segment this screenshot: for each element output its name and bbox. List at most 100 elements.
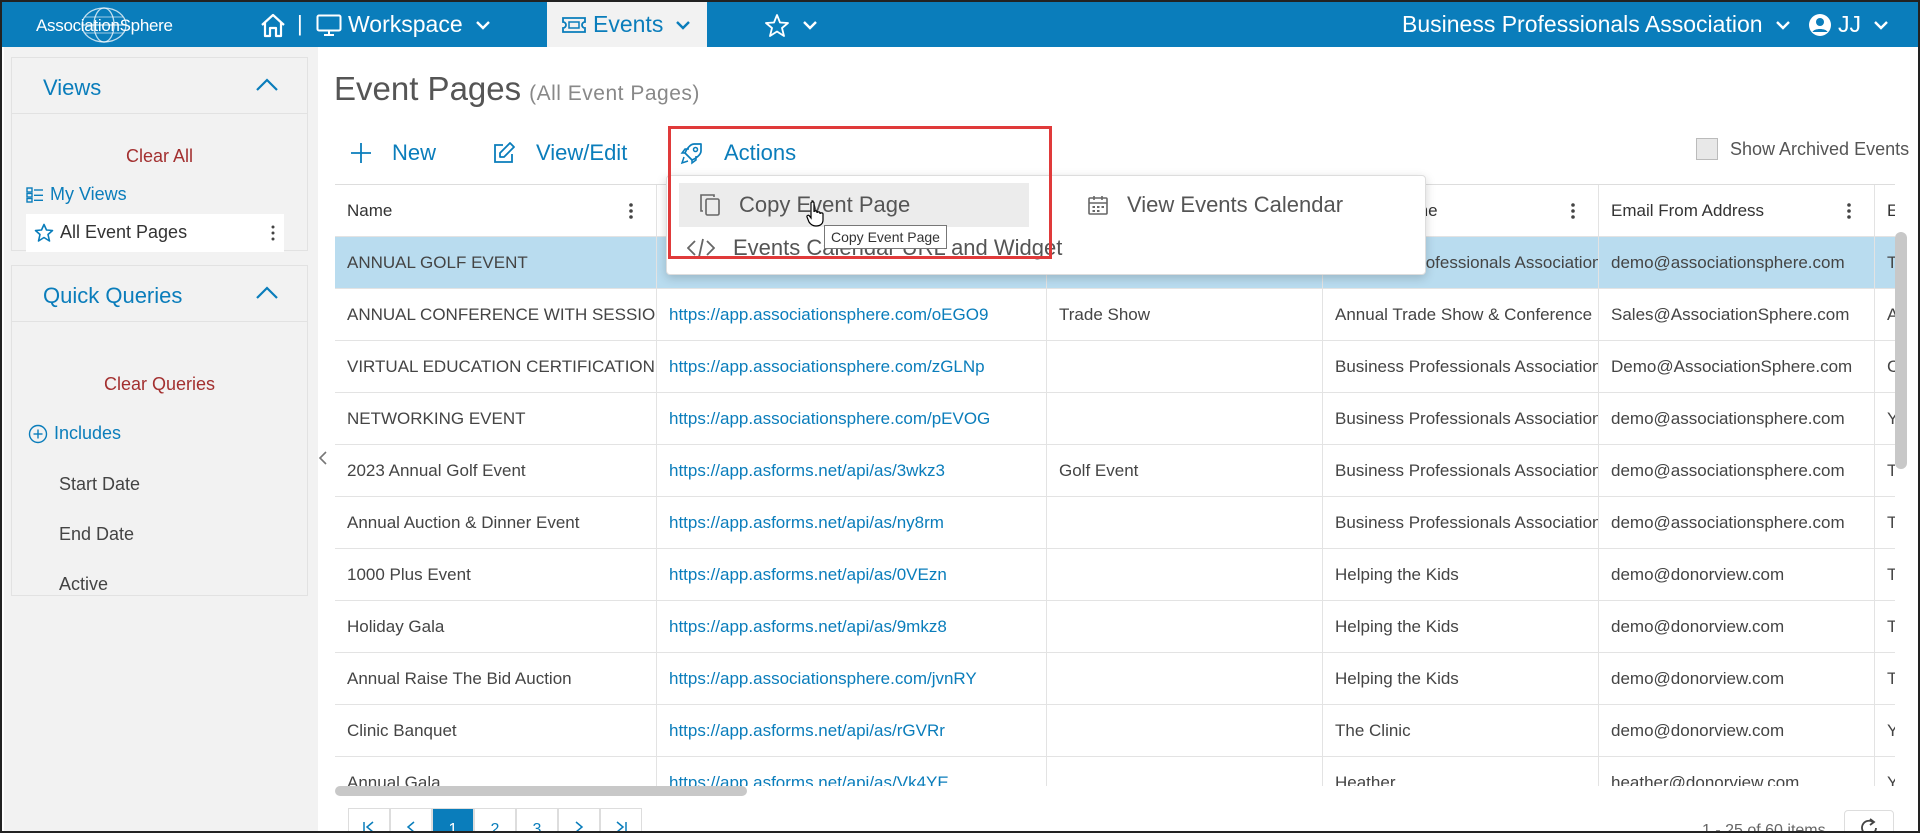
cell-entity-name: The Clinic xyxy=(1323,705,1599,757)
table-row[interactable]: NETWORKING EVENT https://app.associations… xyxy=(335,393,1895,445)
cell-url[interactable]: https://app.asforms.net/api/as/rGVRr xyxy=(657,705,1047,757)
column-header-name[interactable]: Name xyxy=(335,185,657,237)
horizontal-scrollbar[interactable] xyxy=(335,786,747,796)
table-row[interactable]: 1000 Plus Event https://app.asforms.net/a… xyxy=(335,549,1895,601)
query-start-date[interactable]: Start Date xyxy=(59,474,140,495)
cell-name: Clinic Banquet xyxy=(335,705,657,757)
view-edit-button[interactable]: View/Edit xyxy=(492,138,627,168)
ticket-icon xyxy=(562,16,586,33)
cell-email-from: demo@associationsphere.com xyxy=(1599,497,1875,549)
table-row[interactable]: ANNUAL CONFERENCE WITH SESSIONS https://a… xyxy=(335,289,1895,341)
column-menu-icon[interactable] xyxy=(1570,202,1576,220)
new-button[interactable]: New xyxy=(350,138,436,168)
column-menu-icon[interactable] xyxy=(628,202,634,220)
views-header[interactable]: Views xyxy=(12,58,307,114)
pager-page-3[interactable]: 3 xyxy=(516,808,558,831)
column-header-email-from[interactable]: Email From Address xyxy=(1599,185,1875,237)
table-row[interactable]: Holiday Gala https://app.asforms.net/api/… xyxy=(335,601,1895,653)
star-icon xyxy=(765,13,789,37)
cell-type xyxy=(1047,393,1323,445)
clear-all-link[interactable]: Clear All xyxy=(12,146,307,167)
cell-entity-name: Helping the Kids xyxy=(1323,601,1599,653)
cell-url[interactable]: https://app.associationsphere.com/oEGO9 xyxy=(657,289,1047,341)
nav-workspace[interactable]: Workspace xyxy=(316,2,491,47)
includes-link[interactable]: Includes xyxy=(28,423,121,444)
cell-type xyxy=(1047,497,1323,549)
query-end-date[interactable]: End Date xyxy=(59,524,134,545)
nav-events[interactable]: Events xyxy=(547,2,707,47)
menu-item-label: Copy Event Page xyxy=(739,192,911,217)
column-header-label: Email From Address xyxy=(1611,201,1765,220)
first-page-icon xyxy=(363,821,374,831)
organization-selector[interactable]: Business Professionals Association xyxy=(1402,2,1791,47)
cell-truncated: T xyxy=(1875,445,1895,497)
cell-url[interactable]: https://app.associationsphere.com/zGLNp xyxy=(657,341,1047,393)
pager-first-button[interactable] xyxy=(348,808,390,831)
pager-prev-button[interactable] xyxy=(390,808,432,831)
chevron-down-icon xyxy=(1874,20,1888,30)
cell-url[interactable]: https://app.associationsphere.com/pEVOG xyxy=(657,393,1047,445)
table-row[interactable]: 2023 Annual Golf Event https://app.asform… xyxy=(335,445,1895,497)
cell-name: ANNUAL CONFERENCE WITH SESSIONS xyxy=(335,289,657,341)
column-header-truncated[interactable]: E xyxy=(1875,185,1895,237)
user-menu[interactable]: JJ xyxy=(1808,2,1889,47)
table-row[interactable]: VIRTUAL EDUCATION CERTIFICATION https://a… xyxy=(335,341,1895,393)
nav-workspace-label: Workspace xyxy=(348,11,463,37)
organization-label: Business Professionals Association xyxy=(1402,11,1763,37)
list-grid-icon xyxy=(26,186,43,203)
table-row[interactable]: Annual Auction & Dinner Event https://app… xyxy=(335,497,1895,549)
table-row[interactable]: Clinic Banquet https://app.asforms.net/ap… xyxy=(335,705,1895,757)
actions-button[interactable]: Actions xyxy=(680,138,796,168)
vertical-scrollbar[interactable] xyxy=(1895,232,1907,469)
pager-page-1[interactable]: 1 xyxy=(432,808,474,831)
column-header-label: Name xyxy=(347,201,393,220)
collapse-sidebar-icon[interactable] xyxy=(318,450,328,466)
show-archived-checkbox[interactable] xyxy=(1696,138,1718,160)
pager-next-button[interactable] xyxy=(558,808,600,831)
cell-truncated: Y xyxy=(1875,393,1895,445)
monitor-icon xyxy=(316,14,342,36)
query-active[interactable]: Active xyxy=(59,574,108,595)
cell-email-from: demo@donorview.com xyxy=(1599,705,1875,757)
cell-url[interactable]: https://app.asforms.net/api/as/9mkz8 xyxy=(657,601,1047,653)
show-archived-toggle[interactable]: Show Archived Events xyxy=(1696,138,1909,160)
cell-entity-name: Helping the Kids xyxy=(1323,549,1599,601)
page-subtitle: (All Event Pages) xyxy=(529,82,700,105)
cell-entity-name: Annual Trade Show & Conference xyxy=(1323,289,1599,341)
cell-url[interactable]: https://app.asforms.net/api/as/3wkz3 xyxy=(657,445,1047,497)
table-row[interactable]: Annual Gala https://app.asforms.net/api/a… xyxy=(335,757,1895,786)
table-row[interactable]: Annual Raise The Bid Auction https://app.… xyxy=(335,653,1895,705)
column-menu-icon[interactable] xyxy=(1846,202,1852,220)
hand-cursor-icon xyxy=(806,201,824,227)
quick-queries-header[interactable]: Quick Queries xyxy=(12,266,307,322)
cell-truncated: T xyxy=(1875,601,1895,653)
cell-name: Annual Gala xyxy=(335,757,657,786)
clear-queries-link[interactable]: Clear Queries xyxy=(12,374,307,395)
my-views-label: My Views xyxy=(50,184,127,204)
my-views-link[interactable]: My Views xyxy=(26,184,127,205)
menu-item-copy-event-page[interactable]: Copy Event Page xyxy=(679,183,1029,227)
logo[interactable]: AssociationSphere xyxy=(36,6,173,44)
views-panel: Views Clear All My Views All Event Pages xyxy=(11,57,308,252)
cell-email-from: demo@associationsphere.com xyxy=(1599,393,1875,445)
pager-page-2[interactable]: 2 xyxy=(474,808,516,831)
nav-favorites[interactable] xyxy=(764,2,818,47)
chevron-down-icon xyxy=(475,20,490,30)
actions-menu: Copy Event Page View Events Calendar Eve… xyxy=(666,175,1426,275)
cell-url[interactable]: https://app.asforms.net/api/as/ny8rm xyxy=(657,497,1047,549)
chevron-up-icon[interactable] xyxy=(255,286,279,300)
cell-url[interactable]: https://app.asforms.net/api/as/0VEzn xyxy=(657,549,1047,601)
last-page-icon xyxy=(616,821,627,831)
home-icon[interactable] xyxy=(259,12,287,38)
cell-entity-name: Business Professionals Association xyxy=(1323,393,1599,445)
nav-events-label: Events xyxy=(593,11,664,37)
refresh-button[interactable] xyxy=(1844,810,1894,831)
menu-item-view-events-calendar[interactable]: View Events Calendar xyxy=(1077,183,1343,227)
cell-url[interactable]: https://app.asforms.net/api/as/Vk4YE xyxy=(657,757,1047,786)
chevron-up-icon[interactable] xyxy=(255,78,279,92)
view-item-all-event-pages[interactable]: All Event Pages xyxy=(26,214,284,252)
kebab-menu-icon[interactable] xyxy=(270,224,276,242)
cell-url[interactable]: https://app.associationsphere.com/jvnRY xyxy=(657,653,1047,705)
cell-truncated: T xyxy=(1875,549,1895,601)
pager-last-button[interactable] xyxy=(600,808,642,831)
